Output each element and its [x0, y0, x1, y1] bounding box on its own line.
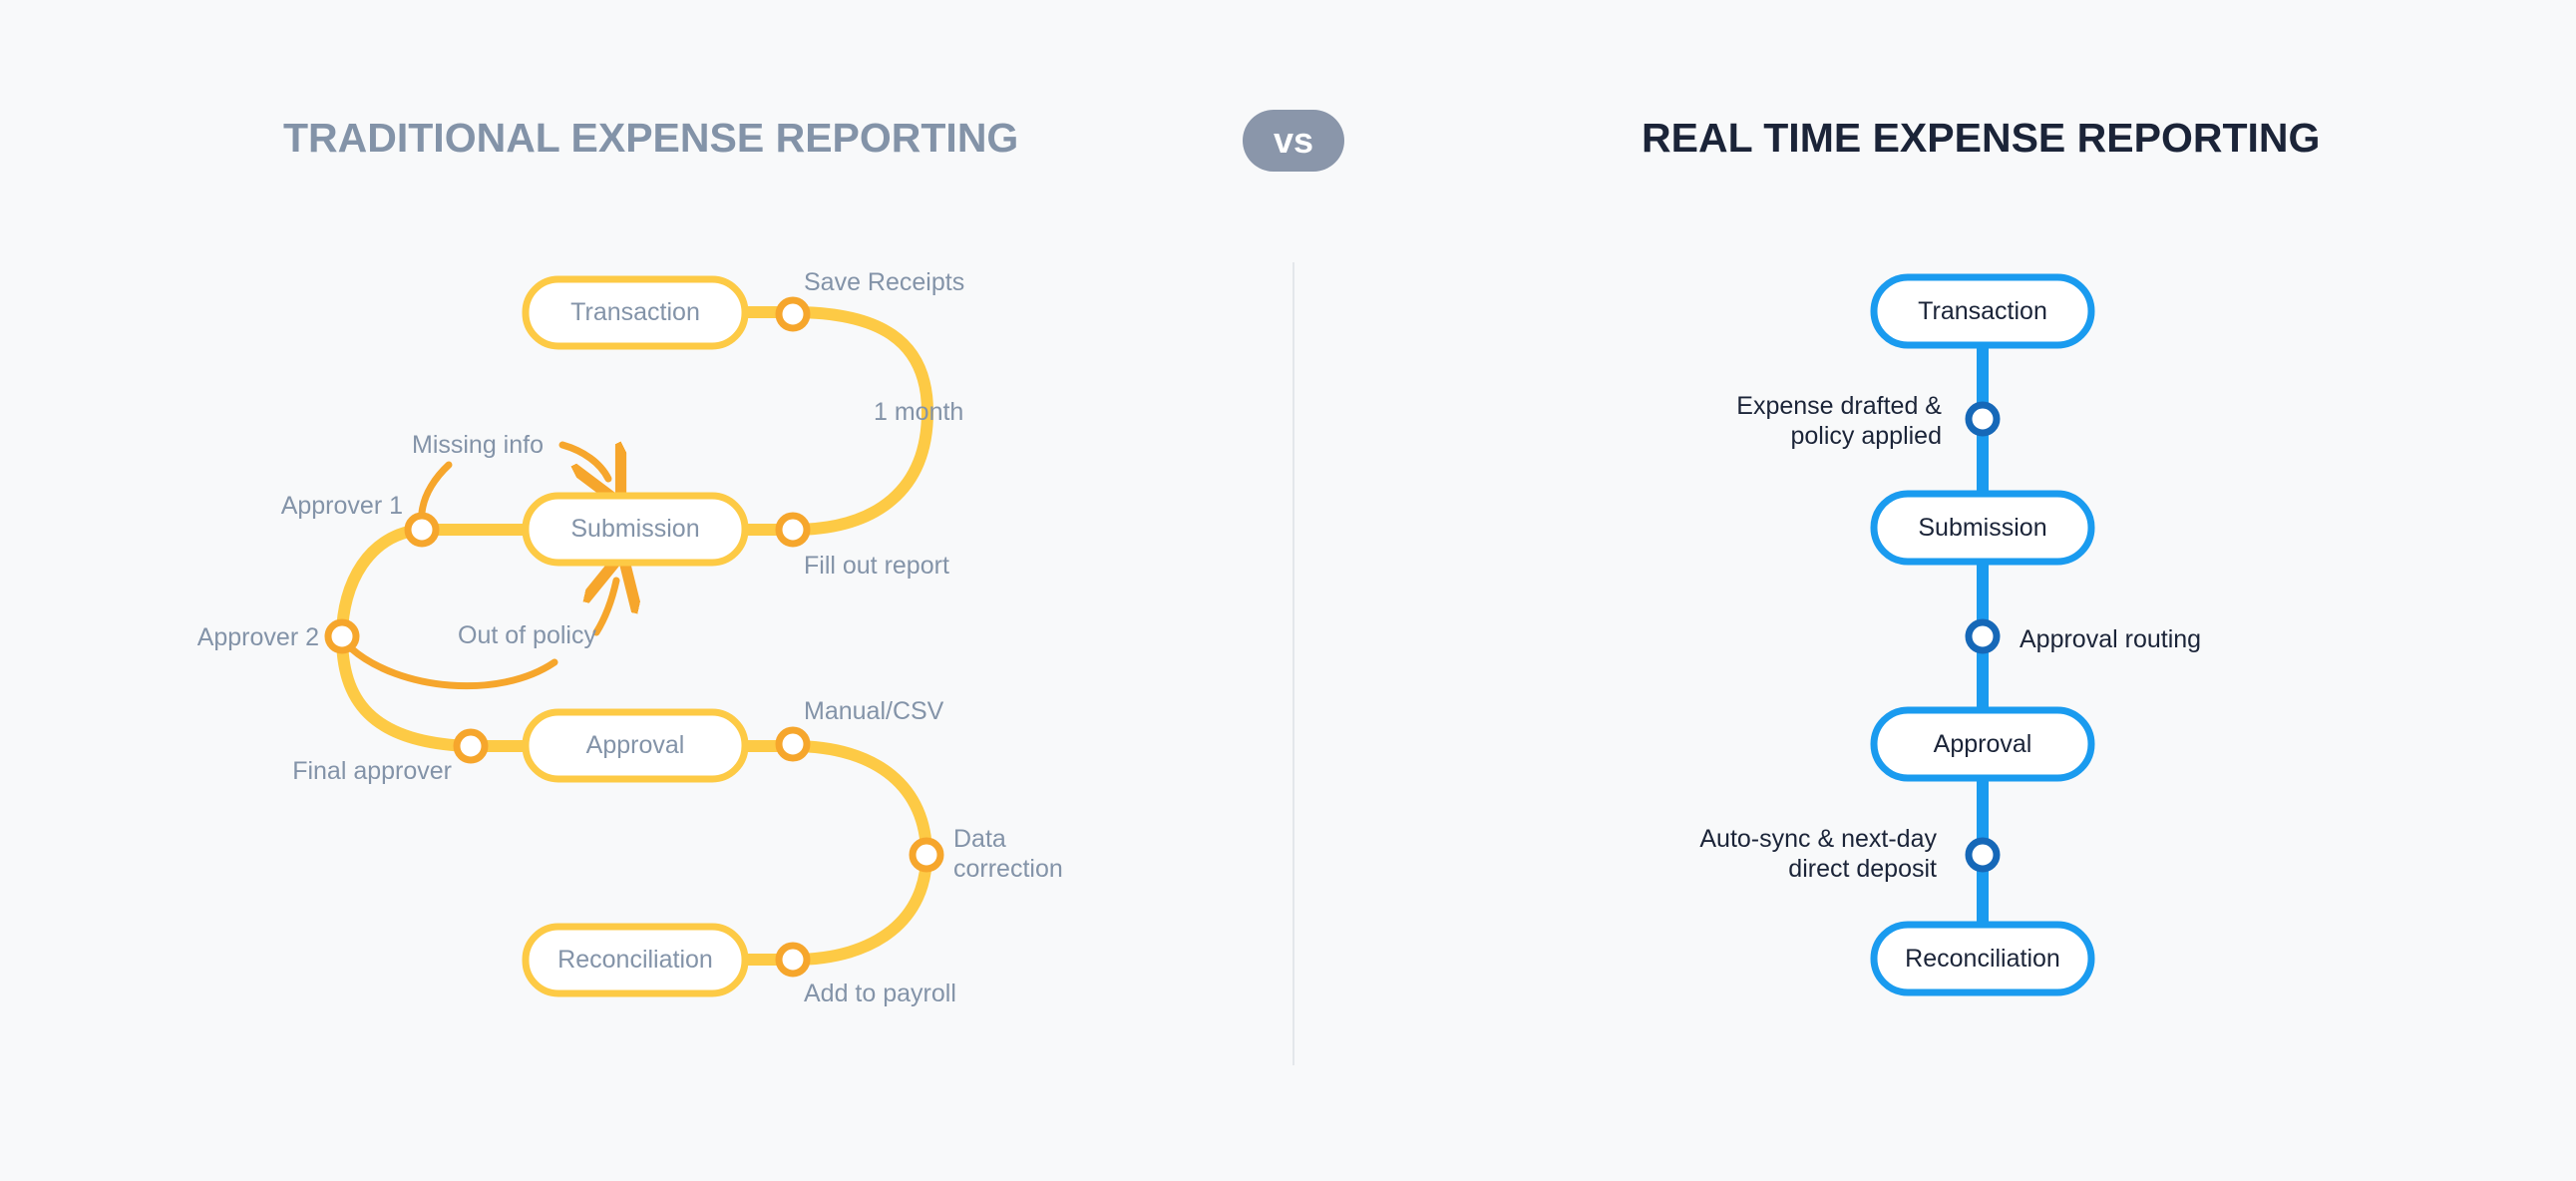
label-manual-csv: Manual/CSV: [804, 697, 944, 725]
rt-node-approval: Approval: [1870, 706, 2095, 782]
label-missing-info: Missing info: [412, 431, 544, 459]
label-autosync-line2: direct deposit: [1788, 855, 1937, 883]
dot-final-approver: [453, 728, 489, 764]
label-data-correction-line1: Data: [953, 825, 1006, 853]
trad-node-transaction-label: Transaction: [570, 298, 700, 326]
rt-dot-autosync: [1965, 837, 2001, 873]
dot-approver-2: [324, 618, 360, 654]
label-final-approver: Final approver: [292, 757, 452, 785]
label-approver-2: Approver 2: [197, 623, 319, 651]
rt-node-submission: Submission: [1870, 490, 2095, 566]
trad-node-approval-label: Approval: [586, 731, 685, 759]
label-out-of-policy: Out of policy: [458, 621, 596, 649]
label-data-correction-line2: correction: [953, 855, 1063, 883]
missing-info-arrow: [418, 461, 453, 517]
rt-node-transaction: Transaction: [1870, 273, 2095, 349]
rt-node-reconciliation-label: Reconciliation: [1905, 945, 2060, 973]
label-approval-routing: Approval routing: [2020, 625, 2201, 653]
rt-dot-drafted: [1965, 401, 2001, 437]
rt-node-approval-label: Approval: [1934, 730, 2032, 758]
label-fill-out-report: Fill out report: [804, 552, 949, 580]
trad-link-correction-arc: [787, 740, 933, 966]
trad-node-submission-label: Submission: [570, 515, 699, 543]
label-drafted-line2: policy applied: [1791, 422, 1943, 450]
rt-node-submission-label: Submission: [1918, 514, 2046, 542]
realtime-annotations: Expense drafted & policy applied Approva…: [1699, 392, 2201, 883]
traditional-flow: Transaction Submission Approval Reconcil…: [324, 275, 944, 997]
flow-diagrams: Transaction Submission Approval Reconcil…: [197, 268, 2201, 1007]
label-autosync-line1: Auto-sync & next-day: [1699, 825, 1937, 853]
label-approver-1: Approver 1: [281, 492, 403, 520]
trad-node-reconciliation: Reconciliation: [522, 923, 749, 997]
label-add-to-payroll: Add to payroll: [804, 980, 956, 1007]
label-save-receipts: Save Receipts: [804, 268, 964, 296]
label-one-month: 1 month: [874, 398, 963, 426]
dot-data-correction: [909, 837, 944, 873]
dot-save-receipts: [775, 296, 811, 332]
trad-node-reconciliation-label: Reconciliation: [557, 946, 713, 974]
rt-node-transaction-label: Transaction: [1918, 297, 2047, 325]
out-of-policy-arrow: [347, 644, 558, 690]
dot-fill-out-report: [775, 512, 811, 548]
dot-manual-csv: [775, 726, 811, 762]
rt-node-reconciliation: Reconciliation: [1870, 921, 2095, 996]
missing-info-arrow-head: [558, 445, 608, 479]
rt-dot-routing: [1965, 618, 2001, 654]
dot-add-to-payroll: [775, 942, 811, 978]
dot-approver-1: [404, 512, 440, 548]
trad-node-transaction: Transaction: [522, 275, 749, 350]
trad-node-submission: Submission: [522, 492, 749, 567]
trad-node-approval: Approval: [522, 708, 749, 783]
out-of-policy-arrow-head: [596, 581, 616, 636]
label-drafted-line1: Expense drafted &: [1736, 392, 1942, 420]
trad-link-approver-arc: [335, 524, 477, 752]
